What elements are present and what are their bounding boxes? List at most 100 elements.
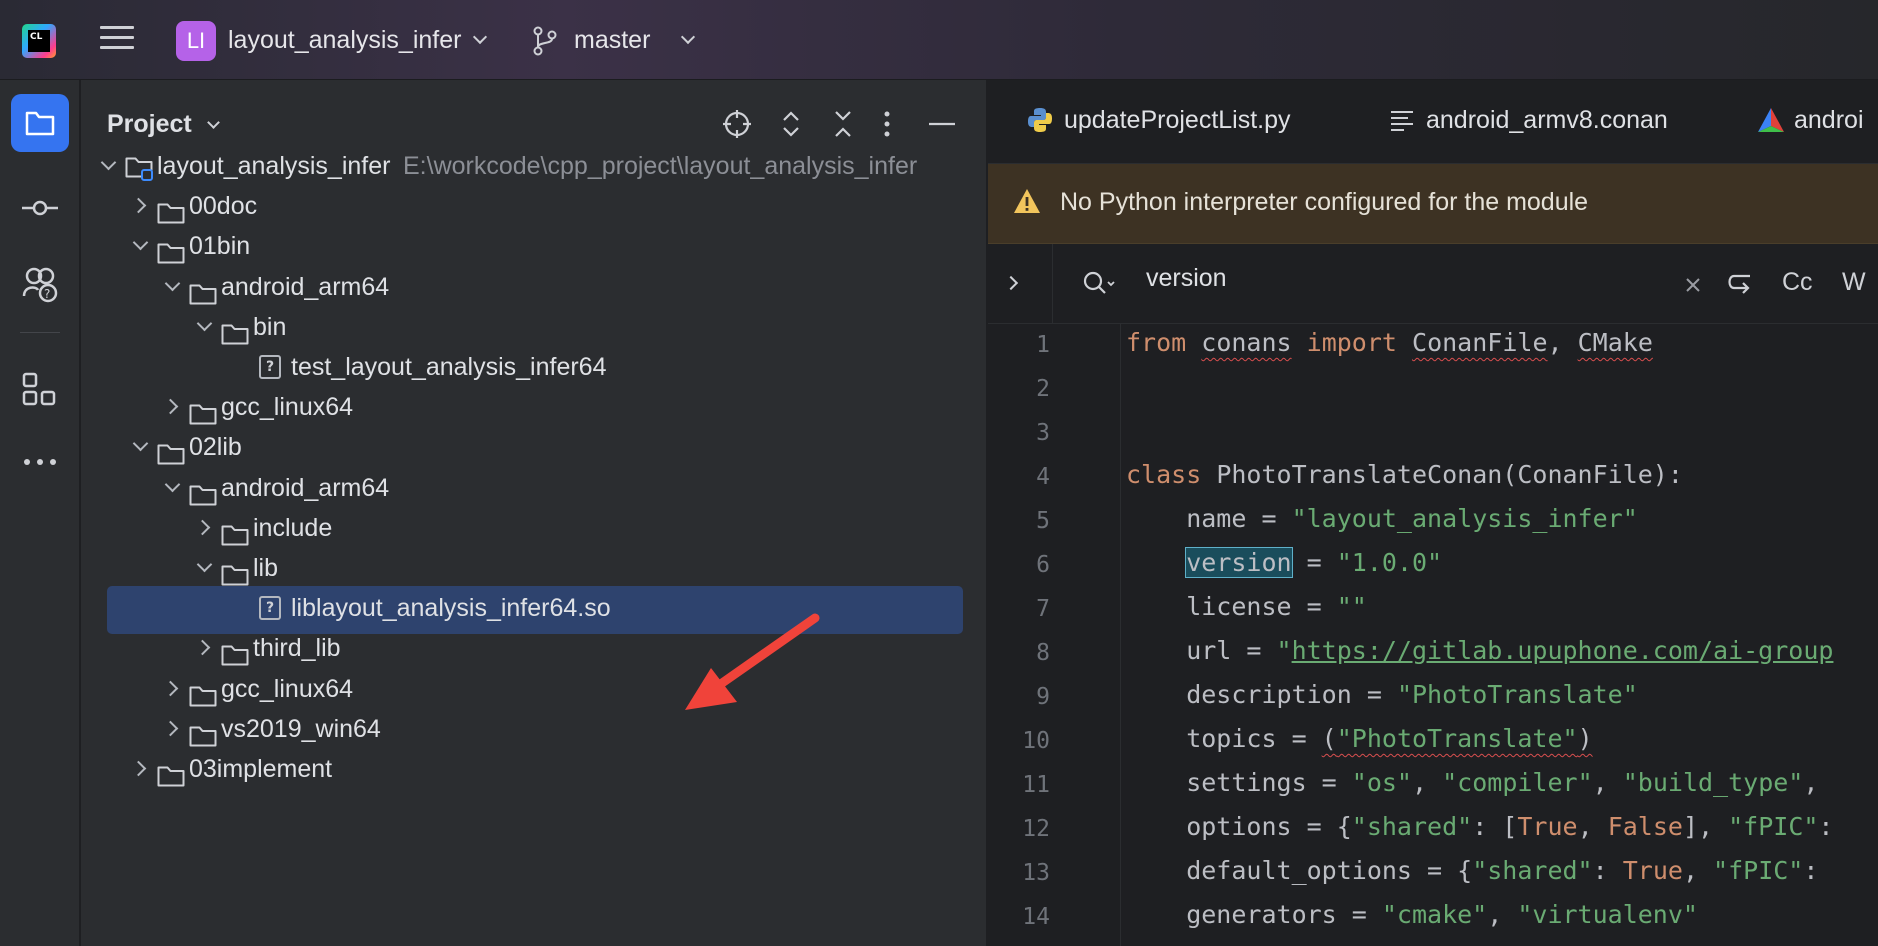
- clion-logo-icon[interactable]: CL: [22, 24, 56, 58]
- folder-icon: [189, 395, 217, 425]
- text-file-icon: [1391, 111, 1413, 131]
- branch-switcher[interactable]: master: [574, 26, 650, 55]
- app-logo-text: CL: [28, 30, 50, 52]
- line-number: 1: [1036, 332, 1050, 358]
- search-icon[interactable]: [1082, 270, 1118, 298]
- collapse-all-icon[interactable]: [827, 108, 859, 140]
- line-number: 14: [1022, 904, 1050, 930]
- tree-item-label: test_layout_analysis_infer64: [291, 353, 607, 381]
- line-number: 13: [1022, 860, 1050, 886]
- search-input[interactable]: version: [1146, 264, 1227, 293]
- hide-panel-icon[interactable]: [927, 108, 957, 140]
- tree-item-label: liblayout_analysis_infer64.so: [291, 594, 611, 623]
- code-line[interactable]: settings = "os", "compiler", "build_type…: [1126, 768, 1818, 797]
- chevron-right-icon[interactable]: [1003, 275, 1019, 291]
- chevron-right-icon[interactable]: [162, 398, 179, 415]
- unknown-file-icon: ?: [259, 355, 281, 379]
- tree-folder-item[interactable]: bin: [81, 305, 987, 349]
- clear-search-icon[interactable]: [1684, 276, 1702, 294]
- editor-tabs: updateProjectList.py android_armv8.conan…: [988, 80, 1878, 164]
- structure-icon[interactable]: [20, 370, 60, 410]
- folder-icon: [189, 677, 217, 707]
- line-number: 6: [1036, 552, 1050, 578]
- tree-folder-item[interactable]: android_arm64: [81, 265, 987, 309]
- chevron-right-icon[interactable]: [162, 720, 179, 737]
- chevron-down-icon[interactable]: [196, 556, 213, 573]
- tab-android-armv8[interactable]: android_armv8.conan: [1388, 106, 1668, 135]
- code-line[interactable]: url = "https://gitlab.upuphone.com/ai-gr…: [1126, 636, 1833, 665]
- code-line[interactable]: version = "1.0.0": [1126, 547, 1442, 578]
- chevron-down-icon[interactable]: [207, 116, 220, 129]
- ai-assistant-icon[interactable]: ?: [20, 262, 60, 306]
- commit-icon[interactable]: [20, 188, 60, 228]
- tab-updateprojectlist[interactable]: updateProjectList.py: [1026, 106, 1291, 135]
- code-line[interactable]: topics = ("PhotoTranslate"): [1126, 724, 1592, 753]
- chevron-right-icon[interactable]: [130, 197, 147, 214]
- chevron-down-icon[interactable]: [472, 29, 488, 45]
- chevron-right-icon[interactable]: [162, 680, 179, 696]
- tree-item-path: E:\workcode\cpp_project\layout_analysis_…: [403, 152, 918, 180]
- chevron-right-icon[interactable]: [130, 760, 147, 777]
- code-line[interactable]: from conans import ConanFile, CMake: [1126, 328, 1653, 357]
- project-badge[interactable]: LI: [176, 21, 216, 61]
- chevron-right-icon[interactable]: [194, 519, 211, 536]
- code-line[interactable]: default_options = {"shared": True, "fPIC…: [1126, 856, 1818, 885]
- chevron-down-icon[interactable]: [132, 235, 149, 251]
- tree-item-label: layout_analysis_infer: [157, 152, 391, 180]
- chevron-down-icon[interactable]: [100, 154, 117, 171]
- code-line[interactable]: generators = "cmake", "virtualenv": [1126, 900, 1698, 929]
- tree-folder-item[interactable]: 01bin: [81, 224, 987, 268]
- tree-item-label: gcc_linux64: [221, 674, 354, 703]
- main-menu-icon[interactable]: [100, 26, 134, 56]
- tree-folder-item[interactable]: 00doc: [81, 184, 987, 228]
- folder-icon: [221, 315, 249, 345]
- whole-words-toggle[interactable]: W: [1842, 268, 1866, 297]
- tree-file-item[interactable]: ? liblayout_analysis_infer64.so: [81, 586, 987, 635]
- tree-folder-item[interactable]: 02lib: [81, 425, 987, 469]
- panel-title[interactable]: Project: [107, 110, 192, 139]
- more-tools-icon[interactable]: [20, 450, 60, 474]
- line-number: 3: [1036, 420, 1050, 446]
- tree-item-label: third_lib: [253, 634, 341, 663]
- annotation-arrow-icon: [685, 613, 820, 710]
- locate-icon[interactable]: [721, 108, 753, 140]
- code-line[interactable]: class PhotoTranslateConan(ConanFile):: [1126, 460, 1683, 489]
- chevron-down-icon[interactable]: [164, 275, 181, 291]
- code-editor[interactable]: 1 2 3 4 5 6 7 8 9 10 11 12 13 14 from conans import C…: [988, 324, 1878, 946]
- python-icon: [1028, 108, 1052, 132]
- editor-area: updateProjectList.py android_armv8.conan…: [988, 80, 1878, 946]
- code-line[interactable]: license = "": [1126, 592, 1367, 621]
- tree-item-label: android_arm64: [221, 473, 390, 502]
- expand-all-icon[interactable]: [775, 108, 807, 140]
- tree-folder-item[interactable]: 03implement: [81, 747, 987, 791]
- project-switcher[interactable]: layout_analysis_infer: [228, 26, 461, 55]
- tree-folder-item[interactable]: lib: [81, 546, 987, 590]
- folder-icon: [221, 636, 249, 666]
- tree-folder-item[interactable]: third_lib: [81, 626, 987, 670]
- line-number: 10: [1022, 728, 1050, 754]
- code-line[interactable]: name = "layout_analysis_infer": [1126, 504, 1638, 533]
- git-branch-icon[interactable]: [533, 26, 557, 56]
- code-line[interactable]: description = "PhotoTranslate": [1126, 680, 1638, 709]
- tree-folder-item[interactable]: layout_analysis_infer E:\workcode\cpp_pro…: [81, 144, 987, 188]
- new-line-icon[interactable]: [1724, 270, 1756, 300]
- project-tool-button[interactable]: [11, 94, 69, 152]
- chevron-down-icon[interactable]: [132, 436, 149, 452]
- tab-android-cmake[interactable]: androi: [1756, 106, 1864, 135]
- chevron-down-icon[interactable]: [164, 476, 181, 492]
- tree-folder-item[interactable]: include: [81, 506, 987, 550]
- code-line[interactable]: options = {"shared": [True, False], "fPI…: [1126, 812, 1833, 841]
- tree-file-item[interactable]: ? test_layout_analysis_infer64: [81, 345, 987, 389]
- options-icon[interactable]: [879, 108, 895, 140]
- tree-folder-item[interactable]: vs2019_win64: [81, 707, 987, 751]
- tree-folder-item[interactable]: gcc_linux64: [81, 667, 987, 711]
- tree-folder-item[interactable]: gcc_linux64: [81, 385, 987, 429]
- chevron-down-icon[interactable]: [680, 29, 696, 45]
- chevron-right-icon[interactable]: [194, 640, 211, 656]
- tree-folder-item[interactable]: android_arm64: [81, 466, 987, 510]
- match-case-toggle[interactable]: Cc: [1782, 268, 1813, 297]
- line-number: 4: [1036, 464, 1050, 490]
- tool-window-strip: ?: [0, 80, 80, 946]
- chevron-down-icon[interactable]: [196, 315, 213, 332]
- line-number: 11: [1022, 772, 1050, 798]
